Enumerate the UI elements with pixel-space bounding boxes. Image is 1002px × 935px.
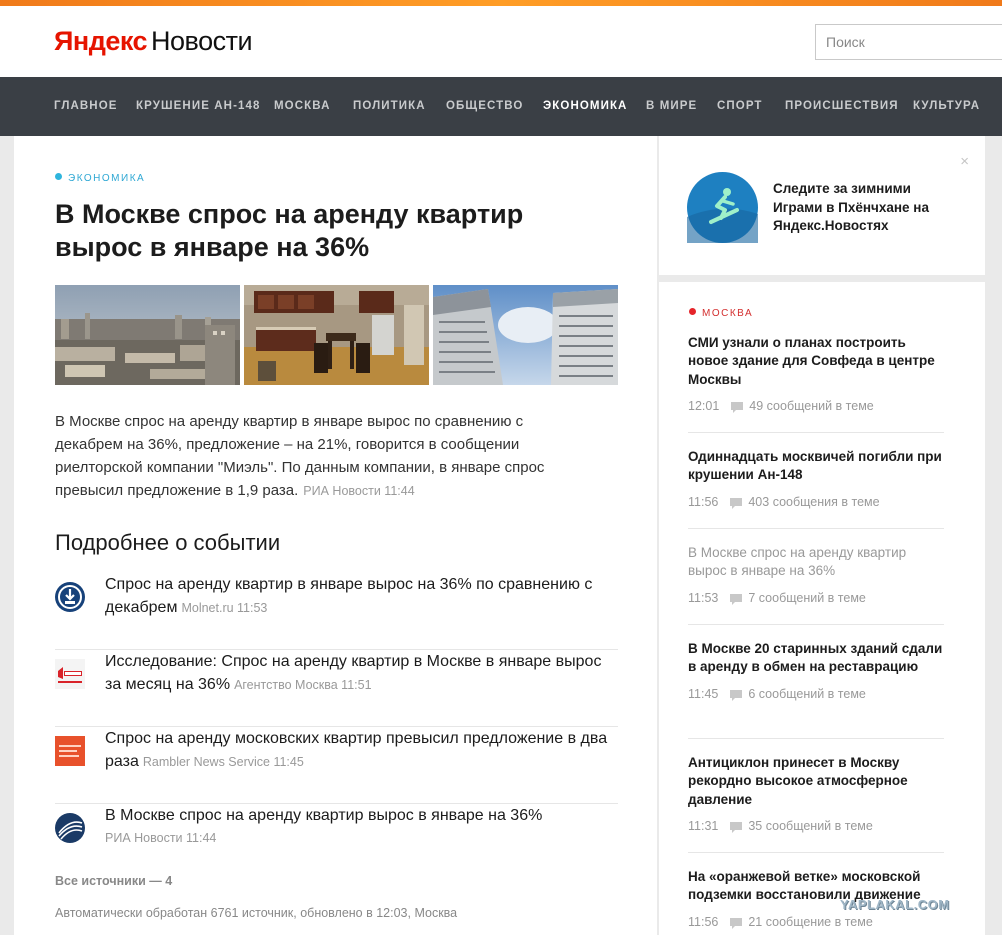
main-nav: ГЛАВНОЕ КРУШЕНИЕ АН-148 МОСКВА ПОЛИТИКА … [0,77,1002,136]
snowboard-icon [687,172,758,243]
side-news-title[interactable]: В Москве спрос на аренду квартир вырос в… [688,544,944,581]
promo-text: Следите за зимними Играми в Пхёнчхане на… [773,181,929,233]
nav-item-culture[interactable]: КУЛЬТУРА [913,77,980,136]
side-news-title[interactable]: Одиннадцать москвичей погибли при крушен… [688,448,944,485]
related-story[interactable]: В Москве спрос на аренду квартир вырос в… [55,804,618,881]
related-story-meta: Агентство Москва 11:51 [234,678,372,692]
auto-processed-note: Автоматически обработан 6761 источник, о… [55,906,458,920]
logo-brand: Яндекс [54,26,148,56]
side-news-comments[interactable]: 6 сообщений в теме [748,687,866,701]
side-news-time: 11:56 [688,494,719,509]
olympics-promo[interactable]: × Следите за зимними Играми в Пхёнчхане … [659,136,985,275]
side-news-title[interactable]: Антициклон принесет в Москву рекордно вы… [688,754,944,809]
nav-item-an148-crash[interactable]: КРУШЕНИЕ АН-148 [136,77,260,136]
side-news-meta: 12:01 49 сообщений в теме [688,399,944,413]
side-news-time: 11:53 [688,590,719,605]
side-news-comments[interactable]: 403 сообщения в теме [748,495,879,509]
all-sources-link[interactable]: Все источники — 4 [55,874,172,888]
nav-item-sport[interactable]: СПОРТ [717,77,763,136]
side-divider [688,852,944,853]
comments-icon [730,497,743,509]
side-divider [688,738,944,739]
side-news-item[interactable]: В Москве 20 старинных зданий сдали в аре… [688,640,944,701]
side-news-item[interactable]: Одиннадцать москвичей погибли при крушен… [688,448,944,509]
side-divider [688,528,944,529]
side-news-time: 11:45 [688,686,719,701]
side-rubric-label: МОСКВА [702,308,754,319]
related-story-meta: РИА Новости 11:44 [105,831,217,845]
side-news-meta: 11:56 21 сообщение в теме [688,915,944,929]
nav-item-economy[interactable]: ЭКОНОМИКА [543,77,627,136]
photo-apartment-kitchen[interactable] [244,285,429,385]
side-news-title[interactable]: В Москве 20 старинных зданий сдали в аре… [688,640,944,677]
moscow-news-sidebar: МОСКВА СМИ узнали о планах построить нов… [659,282,985,935]
side-news-comments[interactable]: 49 сообщений в теме [749,399,873,413]
side-news-time: 11:56 [688,914,719,929]
header: Яндекс Новости [0,6,1002,77]
side-news-item[interactable]: В Москве спрос на аренду квартир вырос в… [688,544,944,605]
rubric-dot-icon [55,173,62,180]
article-lead-text: В Москве спрос на аренду квартир в январ… [55,413,545,499]
related-story-meta: Rambler News Service 11:45 [142,755,304,769]
comments-icon [730,689,743,701]
side-divider [688,624,944,625]
search-input[interactable] [815,24,1002,60]
related-story-text: Спрос на аренду квартир в январе вырос н… [105,573,618,620]
side-news-title[interactable]: СМИ узнали о планах построить новое здан… [688,334,944,389]
related-story-text: Спрос на аренду московских квартир превы… [105,727,618,774]
side-news-meta: 11:53 7 сообщений в теме [688,591,944,605]
nav-item-world[interactable]: В МИРЕ [646,77,697,136]
yandex-news-logo[interactable]: Яндекс Новости [54,26,253,56]
logo-service: Новости [151,26,253,56]
related-story[interactable]: Спрос на аренду московских квартир превы… [55,727,618,804]
comments-icon [730,821,743,833]
side-news-comments[interactable]: 35 сообщений в теме [748,819,872,833]
rubric-dot-icon [689,308,696,315]
related-story-title[interactable]: В Москве спрос на аренду квартир вырос в… [105,807,542,824]
comments-icon [731,401,744,413]
rambler-logo-icon [55,736,85,766]
side-news-meta: 11:56 403 сообщения в теме [688,495,944,509]
nav-item-politics[interactable]: ПОЛИТИКА [353,77,426,136]
more-about-event-title: Подробнее о событии [55,530,281,555]
comments-icon [730,917,743,929]
related-story[interactable]: Исследование: Спрос на аренду квартир в … [55,650,618,727]
article-rubric[interactable]: ЭКОНОМИКА [55,173,145,184]
watermark: YAPLAKAL.COM [840,897,950,912]
side-news-item[interactable]: Антициклон принесет в Москву рекордно вы… [688,754,944,833]
related-story-text: В Москве спрос на аренду квартир вырос в… [105,804,618,850]
related-story-title[interactable]: Спрос на аренду квартир в январе вырос н… [105,576,592,616]
molnet-logo-icon [55,582,85,612]
related-story-meta: Molnet.ru 11:53 [181,601,268,615]
side-rubric[interactable]: МОСКВА [689,308,753,319]
side-news-time: 11:31 [688,818,719,833]
nav-item-main[interactable]: ГЛАВНОЕ [54,77,118,136]
nav-item-society[interactable]: ОБЩЕСТВО [446,77,523,136]
moskva-agency-logo-icon [55,659,85,689]
side-news-comments[interactable]: 7 сообщений в теме [748,591,866,605]
close-icon[interactable]: × [960,154,969,169]
ria-logo-icon [55,813,85,843]
article-lead-source[interactable]: РИА Новости 11:44 [303,484,414,498]
side-news-time: 12:01 [688,398,720,413]
article-panel: ЭКОНОМИКА В Москве спрос на аренду кварт… [14,136,657,935]
article-lead: В Москве спрос на аренду квартир в январ… [55,410,595,503]
side-news-meta: 11:45 6 сообщений в теме [688,687,944,701]
article-rubric-label: ЭКОНОМИКА [68,173,146,184]
photo-residential-towers[interactable] [433,285,618,385]
side-news-comments[interactable]: 21 сообщение в теме [748,915,872,929]
nav-item-moscow[interactable]: МОСКВА [274,77,331,136]
related-story-text: Исследование: Спрос на аренду квартир в … [105,650,618,697]
comments-icon [730,593,743,605]
related-story[interactable]: Спрос на аренду квартир в январе вырос н… [55,573,618,650]
side-news-item[interactable]: СМИ узнали о планах построить новое здан… [688,334,944,413]
photo-moscow-cityscape[interactable] [55,285,240,385]
side-divider [688,432,944,433]
nav-item-incidents[interactable]: ПРОИСШЕСТВИЯ [785,77,899,136]
side-news-meta: 11:31 35 сообщений в теме [688,819,944,833]
article-title: В Москве спрос на аренду квартир вырос в… [55,199,524,262]
